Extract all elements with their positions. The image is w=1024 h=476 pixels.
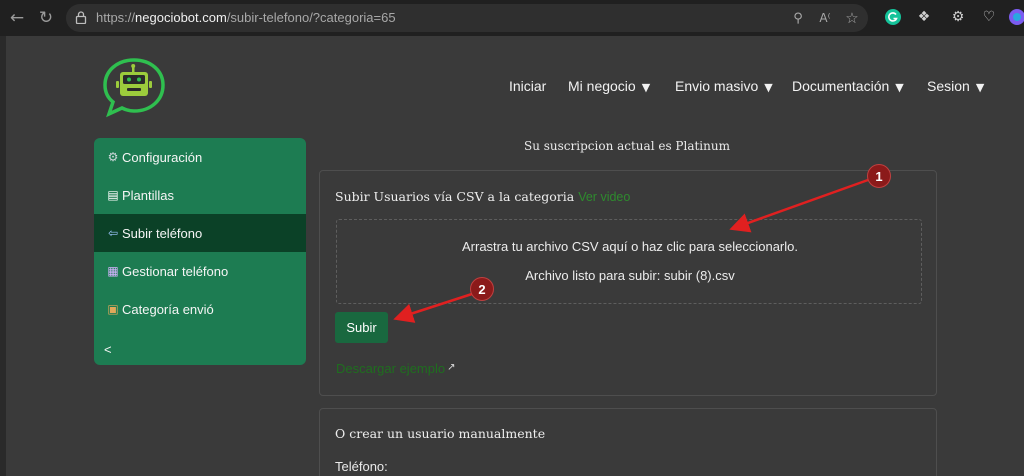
abacus-icon: ▦ (107, 264, 119, 278)
extensions-icon[interactable]: ❖ (913, 6, 935, 28)
browser-edge (0, 36, 6, 476)
package-icon: ▣ (107, 302, 119, 316)
caret-down-icon: ▼ (641, 81, 651, 94)
csv-upload-card: Subir Usuarios vía CSV a la categoria Ver… (319, 170, 937, 396)
main-nav: Iniciar Mi negocio ▼ Envio masivo ▼ Docume… (0, 78, 1024, 98)
browser-toolbar: ← ↻ https://negociobot.com/subir-telefon… (0, 0, 1024, 36)
grammarly-icon[interactable] (882, 6, 904, 28)
nav-sesion[interactable]: Sesion ▼ (927, 78, 984, 94)
sidebar: ⚙ Configuración ▤ Plantillas ⇦ Subir tel… (94, 138, 306, 365)
manual-user-card: O crear un usuario manualmente (319, 408, 937, 476)
card-title: O crear un usuario manualmente (335, 426, 546, 441)
sidebar-item-label: Gestionar teléfono (122, 263, 229, 279)
sidebar-item-gestionar-telefono[interactable]: ▦ Gestionar teléfono (94, 252, 306, 290)
lock-icon[interactable] (75, 11, 87, 24)
sidebar-item-plantillas[interactable]: ▤ Plantillas (94, 176, 306, 214)
gear-icon: ⚙ (107, 150, 119, 164)
sidebar-item-label: Plantillas (122, 187, 175, 203)
nav-documentacion[interactable]: Documentación ▼ (792, 78, 904, 94)
back-icon[interactable]: ← (4, 5, 30, 31)
nav-envio-masivo[interactable]: Envio masivo ▼ (675, 78, 773, 94)
annotation-badge-2: 2 (470, 277, 494, 301)
zoom-icon[interactable]: ⚲ (788, 8, 808, 28)
nav-mi-negocio[interactable]: Mi negocio ▼ (568, 78, 650, 94)
performance-icon[interactable]: ⚙ (947, 6, 969, 28)
health-icon[interactable]: ♡ (978, 6, 1000, 28)
sidebar-collapse-button[interactable]: < (104, 342, 112, 357)
csv-dropzone[interactable]: Arrastra tu archivo CSV aquí o haz clic … (336, 219, 922, 304)
url-text[interactable]: https://negociobot.com/subir-telefono/?c… (96, 10, 396, 25)
phone-label: Teléfono: (335, 459, 388, 474)
read-aloud-icon[interactable]: A⁽ (815, 8, 835, 28)
upload-button[interactable]: Subir (335, 312, 388, 343)
caret-down-icon: ▼ (975, 81, 985, 94)
copilot-icon[interactable] (1006, 6, 1024, 28)
caret-down-icon: ▼ (895, 81, 904, 94)
sidebar-item-label: Categoría envió (122, 301, 214, 317)
caret-down-icon: ▼ (764, 81, 773, 94)
sidebar-item-categoria-envio[interactable]: ▣ Categoría envió (94, 290, 306, 328)
inbox-arrow-icon: ⇦ (107, 226, 119, 240)
sidebar-item-subir-telefono[interactable]: ⇦ Subir teléfono (94, 214, 306, 252)
favorite-star-icon[interactable]: ☆ (842, 8, 862, 28)
document-icon: ▤ (107, 188, 119, 202)
nav-iniciar[interactable]: Iniciar (509, 78, 546, 94)
external-link-icon: ↗ (447, 362, 456, 373)
sidebar-item-configuracion[interactable]: ⚙ Configuración (94, 138, 306, 176)
sidebar-item-label: Subir teléfono (122, 225, 203, 241)
reload-icon[interactable]: ↻ (33, 5, 59, 31)
ver-video-link[interactable]: Ver video (578, 190, 630, 204)
subscription-status: Su suscripcion actual es Platinum (524, 139, 730, 153)
sidebar-item-label: Configuración (122, 149, 203, 165)
download-example-link[interactable]: Descargar ejemplo ↗ (336, 361, 456, 376)
file-ready-status: Archivo listo para subir: subir (8).csv (525, 268, 735, 283)
annotation-badge-1: 1 (867, 164, 891, 188)
card-title: Subir Usuarios vía CSV a la categoria Ver… (335, 189, 631, 204)
address-bar[interactable]: https://negociobot.com/subir-telefono/?c… (66, 4, 868, 32)
dropzone-instructions: Arrastra tu archivo CSV aquí o haz clic … (462, 239, 798, 254)
